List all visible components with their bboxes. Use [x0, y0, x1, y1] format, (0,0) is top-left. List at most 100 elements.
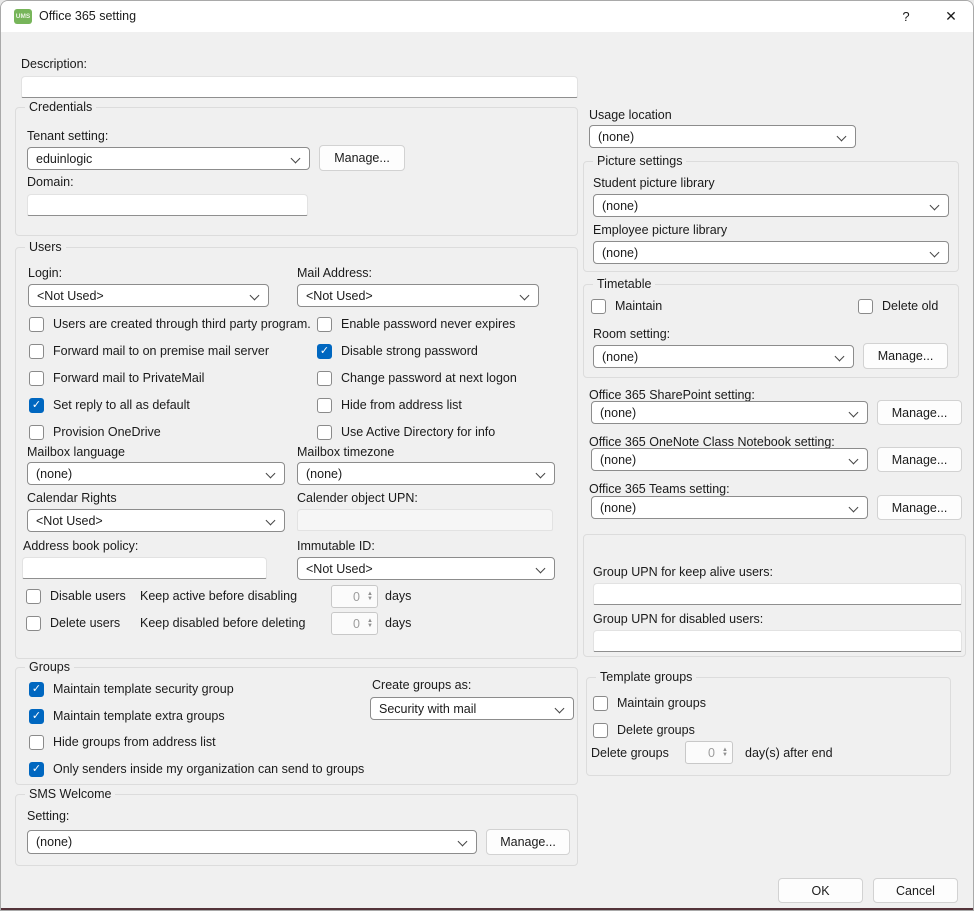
tenant-setting-label: Tenant setting: [27, 129, 108, 144]
chevron-down-icon [536, 564, 546, 574]
check-only-internal-senders[interactable]: Only senders inside my organization can … [29, 761, 364, 777]
teams-setting-select[interactable]: (none) [591, 496, 868, 519]
checkbox[interactable] [29, 425, 44, 440]
create-groups-as-value: Security with mail [379, 702, 476, 716]
check-password-never-expires[interactable]: Enable password never expires [317, 316, 515, 332]
spinner-up-down-icon[interactable]: ▲▼ [363, 586, 377, 607]
check-maintain-security-group[interactable]: Maintain template security group [29, 681, 234, 697]
group-upn-keep-alive-input[interactable] [593, 583, 962, 605]
close-icon[interactable]: ✕ [931, 1, 971, 32]
checkbox[interactable] [593, 696, 608, 711]
create-groups-as-select[interactable]: Security with mail [370, 697, 574, 720]
checkbox-label: Only senders inside my organization can … [53, 762, 364, 776]
checkbox[interactable] [317, 344, 332, 359]
keep-disabled-days-spinner[interactable]: 0 ▲▼ [331, 612, 378, 635]
checkbox-label: Use Active Directory for info [341, 425, 495, 439]
sharepoint-setting-select[interactable]: (none) [591, 401, 868, 424]
onenote-setting-value: (none) [600, 453, 636, 467]
check-hide-from-address-list[interactable]: Hide from address list [317, 397, 462, 413]
sharepoint-manage-button[interactable]: Manage... [877, 400, 962, 425]
chevron-down-icon [849, 503, 859, 513]
check-maintain-groups[interactable]: Maintain groups [593, 695, 706, 711]
checkbox-label: Hide from address list [341, 398, 462, 412]
group-upn-disabled-input[interactable] [593, 630, 962, 652]
check-hide-groups-address-list[interactable]: Hide groups from address list [29, 734, 216, 750]
check-disable-strong-password[interactable]: Disable strong password [317, 343, 478, 359]
checkbox[interactable] [317, 317, 332, 332]
checkbox[interactable] [593, 723, 608, 738]
domain-input[interactable] [27, 194, 308, 216]
checkbox[interactable] [317, 371, 332, 386]
check-timetable-maintain[interactable]: Maintain [591, 298, 662, 314]
checkbox[interactable] [29, 344, 44, 359]
calendar-rights-label: Calendar Rights [27, 491, 117, 506]
checkbox[interactable] [29, 762, 44, 777]
ok-button[interactable]: OK [778, 878, 863, 903]
check-set-reply-all[interactable]: Set reply to all as default [29, 397, 190, 413]
checkbox-label: Delete groups [617, 723, 695, 737]
checkbox[interactable] [26, 616, 41, 631]
onenote-setting-select[interactable]: (none) [591, 448, 868, 471]
spinner-up-down-icon[interactable]: ▲▼ [718, 742, 732, 763]
room-setting-value: (none) [602, 350, 638, 364]
tenant-manage-button[interactable]: Manage... [319, 145, 405, 171]
tenant-setting-select[interactable]: eduinlogic [27, 147, 310, 170]
check-provision-onedrive[interactable]: Provision OneDrive [29, 424, 161, 440]
checkbox[interactable] [317, 425, 332, 440]
titlebar: UMS Office 365 setting ? ✕ [1, 1, 973, 32]
mail-address-select[interactable]: <Not Used> [297, 284, 539, 307]
checkbox-label: Maintain template security group [53, 682, 234, 696]
chevron-down-icon [520, 291, 530, 301]
checkbox[interactable] [29, 398, 44, 413]
checkbox[interactable] [29, 317, 44, 332]
keep-active-days-spinner[interactable]: 0 ▲▼ [331, 585, 378, 608]
check-change-password-next-logon[interactable]: Change password at next logon [317, 370, 517, 386]
mailbox-timezone-select[interactable]: (none) [297, 462, 555, 485]
checkbox[interactable] [29, 371, 44, 386]
credentials-group: Credentials [15, 107, 578, 236]
checkbox[interactable] [29, 682, 44, 697]
onenote-manage-button[interactable]: Manage... [877, 447, 962, 472]
calendar-rights-select[interactable]: <Not Used> [27, 509, 285, 532]
check-delete-users[interactable]: Delete users [26, 615, 120, 631]
teams-manage-button[interactable]: Manage... [877, 495, 962, 520]
create-groups-as-label: Create groups as: [372, 678, 471, 693]
check-delete-groups[interactable]: Delete groups [593, 722, 695, 738]
student-picture-library-select[interactable]: (none) [593, 194, 949, 217]
sms-setting-value: (none) [36, 835, 72, 849]
check-forward-privatemail[interactable]: Forward mail to PrivateMail [29, 370, 204, 386]
help-button[interactable]: ? [886, 1, 926, 32]
check-disable-users[interactable]: Disable users [26, 588, 126, 604]
checkbox-label: Change password at next logon [341, 371, 517, 385]
delete-groups-days-spinner[interactable]: 0 ▲▼ [685, 741, 733, 764]
spinner-up-down-icon[interactable]: ▲▼ [363, 613, 377, 634]
check-use-active-directory[interactable]: Use Active Directory for info [317, 424, 495, 440]
address-book-policy-input[interactable] [22, 557, 267, 579]
usage-location-select[interactable]: (none) [589, 125, 856, 148]
room-manage-button[interactable]: Manage... [863, 343, 948, 369]
checkbox[interactable] [317, 398, 332, 413]
credentials-legend: Credentials [25, 100, 96, 114]
checkbox[interactable] [26, 589, 41, 604]
chevron-down-icon [291, 154, 301, 164]
sms-manage-button[interactable]: Manage... [486, 829, 570, 855]
employee-picture-library-value: (none) [602, 246, 638, 260]
room-setting-select[interactable]: (none) [593, 345, 854, 368]
description-input[interactable] [21, 76, 578, 98]
check-timetable-delete-old[interactable]: Delete old [858, 298, 938, 314]
employee-picture-library-select[interactable]: (none) [593, 241, 949, 264]
checkbox[interactable] [591, 299, 606, 314]
checkbox[interactable] [29, 735, 44, 750]
cancel-button[interactable]: Cancel [873, 878, 958, 903]
check-forward-on-premise[interactable]: Forward mail to on premise mail server [29, 343, 269, 359]
immutable-id-select[interactable]: <Not Used> [297, 557, 555, 580]
check-maintain-extra-groups[interactable]: Maintain template extra groups [29, 708, 225, 724]
sms-setting-select[interactable]: (none) [27, 830, 477, 854]
checkbox[interactable] [858, 299, 873, 314]
check-third-party-program[interactable]: Users are created through third party pr… [29, 316, 311, 332]
days-label: days [385, 589, 411, 604]
chevron-down-icon [835, 352, 845, 362]
checkbox[interactable] [29, 709, 44, 724]
mailbox-language-select[interactable]: (none) [27, 462, 285, 485]
login-select[interactable]: <Not Used> [28, 284, 269, 307]
